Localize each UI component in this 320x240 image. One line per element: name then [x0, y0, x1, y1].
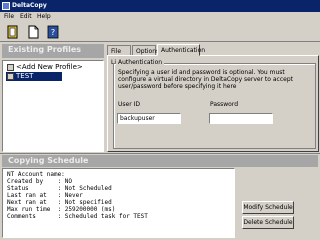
delete-schedule-button[interactable]: Delete Schedule — [242, 216, 294, 229]
authentication-group-label: Authentication — [116, 59, 165, 66]
schedule-line-comments: Comments : Scheduled task for TEST — [7, 213, 148, 220]
modify-schedule-button[interactable]: Modify Schedule — [242, 201, 294, 214]
schedule-line-status: Status : Not Scheduled — [7, 185, 112, 192]
page-icon — [28, 25, 39, 39]
tab-authentication[interactable]: Authentication — [157, 44, 205, 56]
schedule-line-account: NT Account name: — [7, 171, 65, 178]
schedule-line-max-run-time: Max run time : 259200000 (ms) — [7, 206, 116, 213]
document-icon — [7, 25, 18, 39]
profile-icon — [7, 73, 14, 80]
list-item-label: <Add New Profile> — [16, 63, 83, 71]
splitter[interactable] — [0, 153, 320, 154]
copying-schedule-header: Copying Schedule — [2, 155, 318, 167]
title-bar[interactable]: DeltaCopy — [0, 0, 320, 12]
existing-profiles-header: Existing Profiles — [2, 44, 104, 58]
window-title: DeltaCopy — [12, 2, 47, 9]
schedule-line-next-ran: Next ran at : Not specified — [7, 199, 112, 206]
list-item-add-profile[interactable]: <Add New Profile> — [6, 63, 87, 72]
menu-edit[interactable]: Edit — [20, 13, 32, 21]
user-id-input[interactable]: backupuser — [117, 113, 181, 124]
profile-icon — [7, 64, 14, 71]
help-icon: ? — [47, 25, 59, 39]
profiles-list[interactable]: <Add New Profile> TEST — [2, 60, 104, 152]
menu-file[interactable]: File — [4, 13, 14, 21]
schedule-details: NT Account name: Created by : NO Status … — [2, 168, 235, 238]
menu-bar: File Edit Help — [0, 12, 320, 22]
schedule-line-last-ran: Last ran at : Never — [7, 192, 83, 199]
svg-text:?: ? — [51, 28, 55, 37]
menu-help[interactable]: Help — [37, 13, 51, 21]
user-id-label: User ID — [118, 101, 140, 108]
new-profile-button[interactable] — [6, 25, 20, 39]
delete-profile-button[interactable] — [26, 25, 40, 39]
list-item-test[interactable]: TEST — [6, 72, 62, 81]
schedule-line-created-by: Created by : NO — [7, 178, 73, 185]
list-item-label: TEST — [16, 72, 34, 80]
auth-description: Specifying a user id and password is opt… — [118, 69, 293, 90]
password-input[interactable] — [209, 113, 273, 124]
toolbar: ? — [0, 22, 320, 42]
help-button[interactable]: ? — [46, 25, 60, 39]
app-icon — [2, 2, 10, 10]
password-label: Password — [210, 101, 239, 108]
